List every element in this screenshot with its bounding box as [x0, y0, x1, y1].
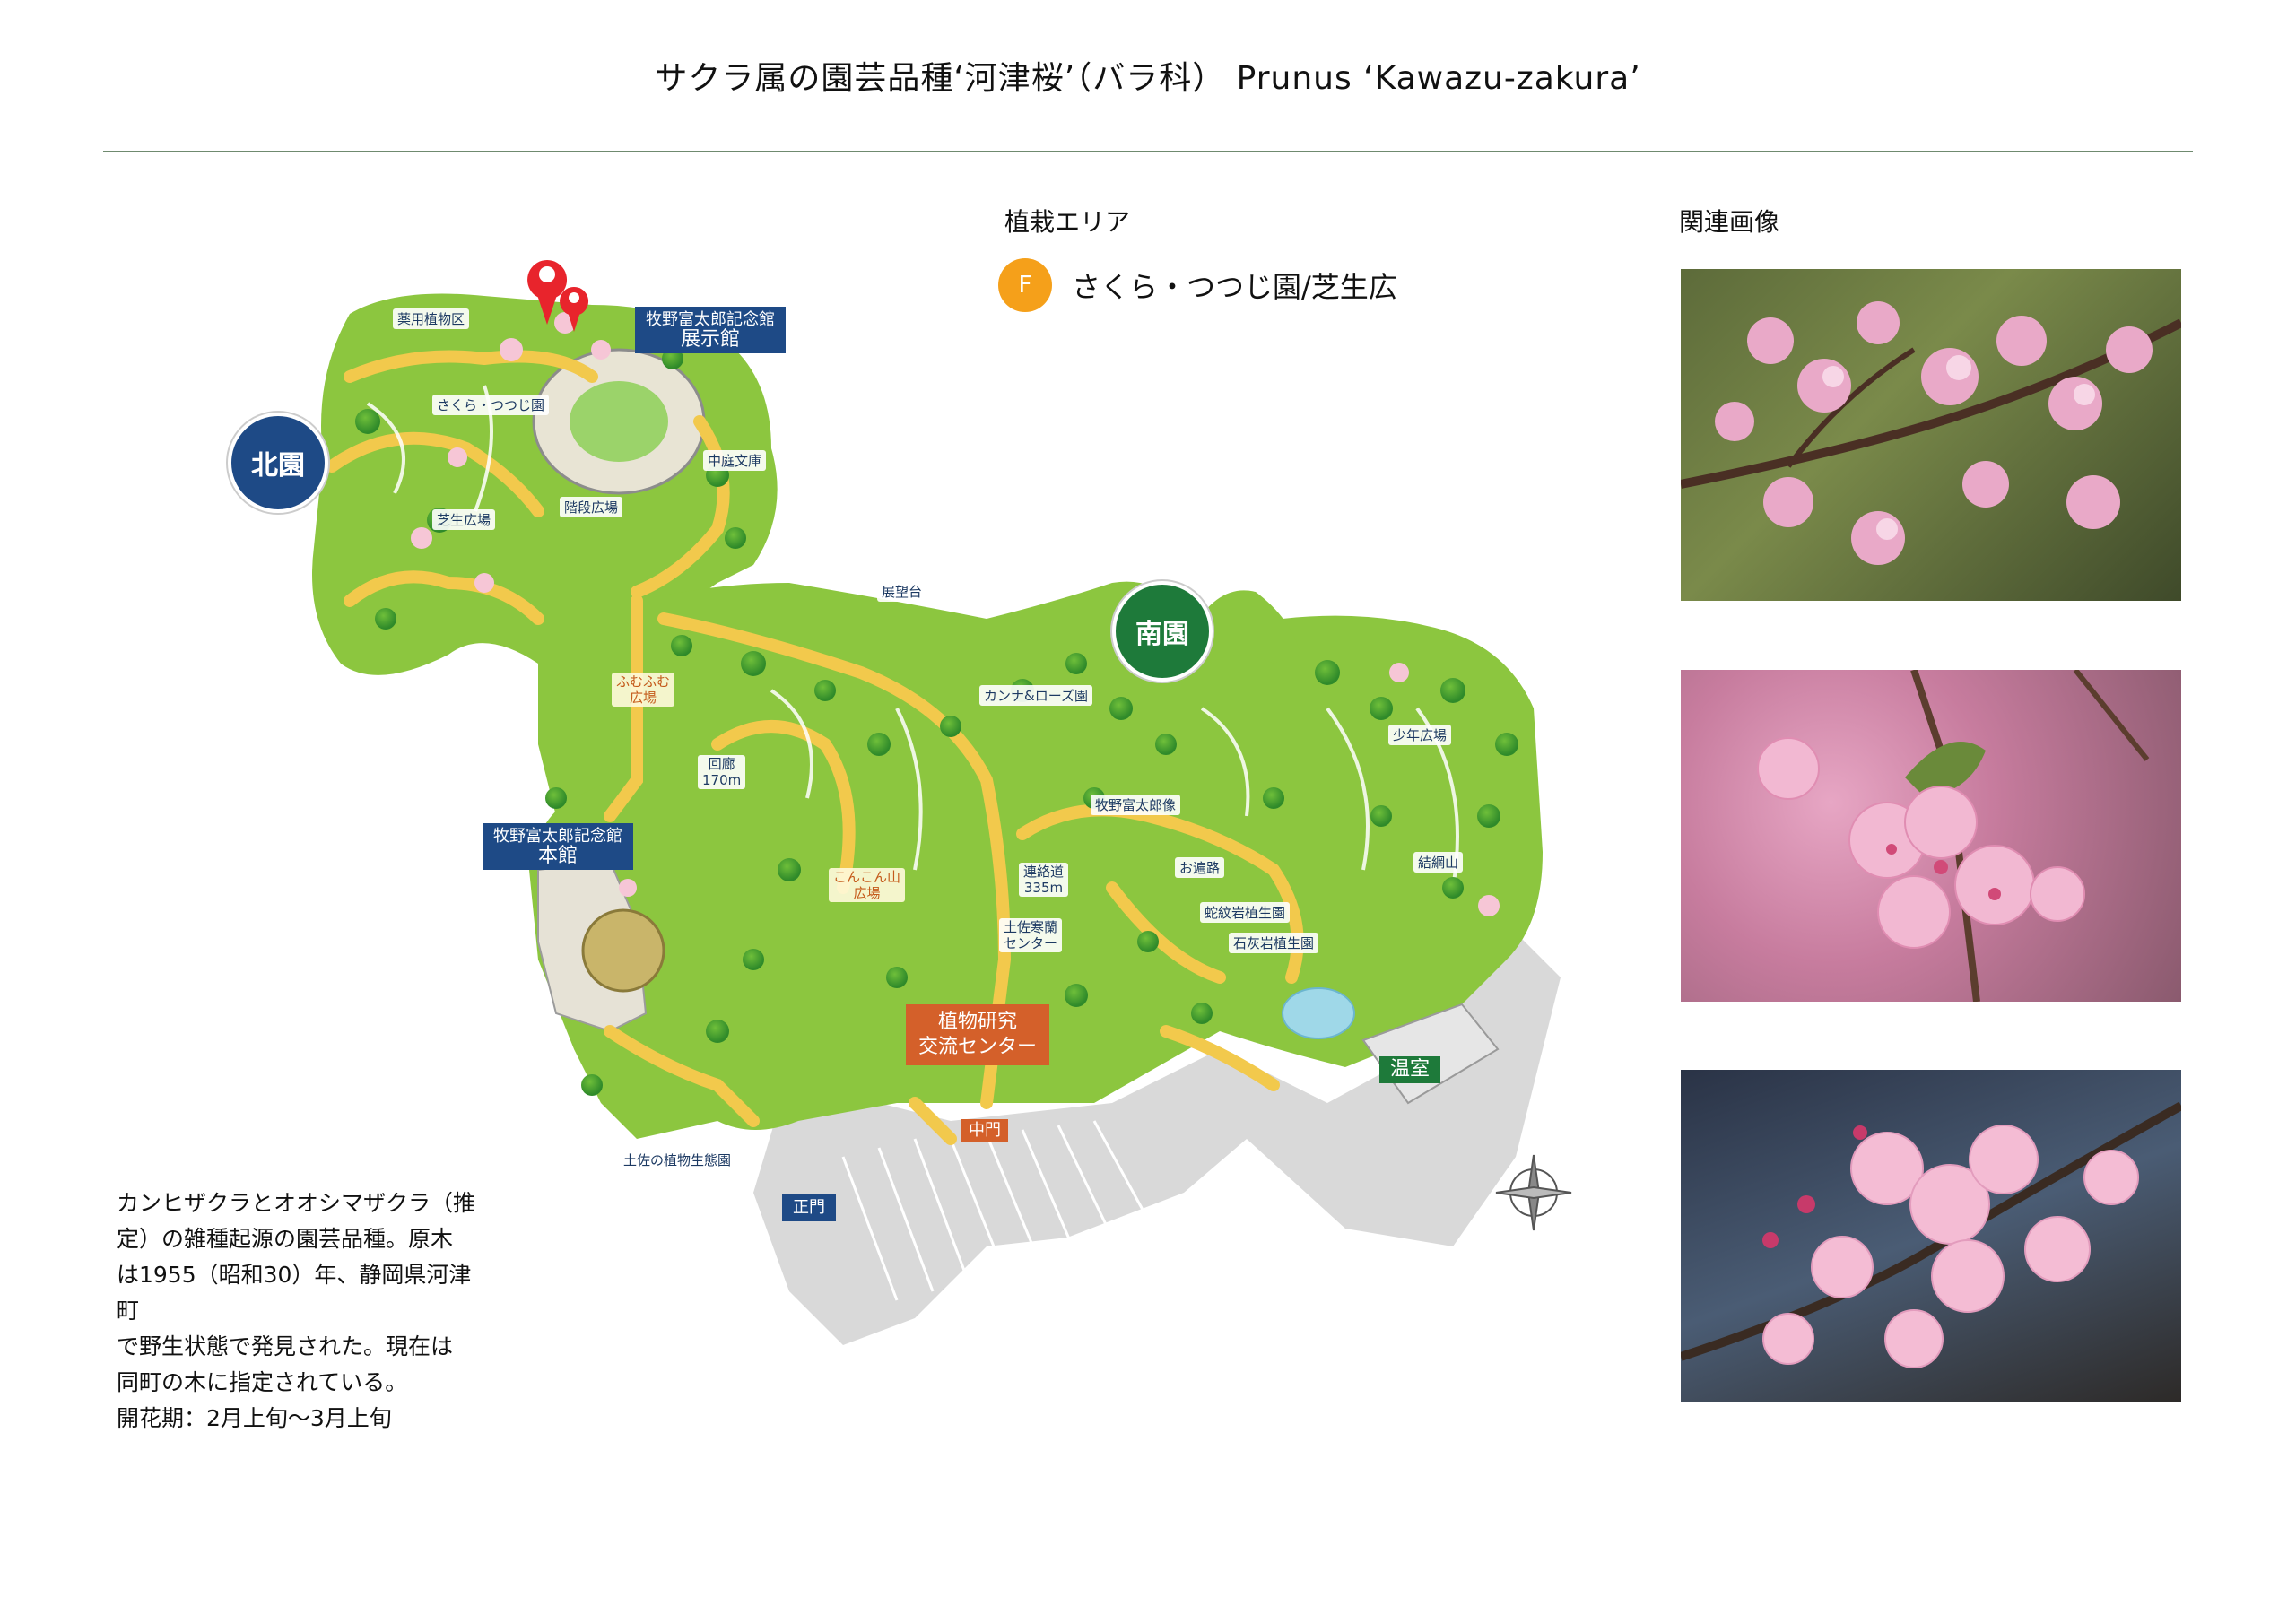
- research-center-sign-line1: 植物研究: [938, 1011, 1018, 1033]
- label-courtyard-library: 中庭文庫: [703, 450, 767, 471]
- label-corridor-line2: 170m: [702, 772, 742, 788]
- main-hall-sign: 牧野富太郎記念館 本館: [483, 823, 633, 870]
- page-title: サクラ属の園芸品種‘河津桜’（バラ科） Prunus ‘Kawazu-zakur…: [655, 60, 1641, 97]
- label-tosa-orchid-line1: 土佐寒蘭: [1004, 919, 1058, 935]
- main-hall-sign-line1: 牧野富太郎記念館: [493, 827, 622, 846]
- planting-area-label: 植栽エリア: [1004, 207, 1131, 237]
- label-konkon-plaza: こんこん山 広場: [829, 868, 906, 902]
- species-description: カンヒザクラとオオシマザクラ（推 定）の雑種起源の園芸品種。原木 は1955（昭…: [117, 1185, 493, 1437]
- label-stair-plaza: 階段広場: [560, 497, 623, 517]
- blossom-photo-1: [1681, 301, 2181, 565]
- label-tosa-orchid-center: 土佐寒蘭 センター: [999, 918, 1063, 952]
- label-lawn-plaza: 芝生広場: [432, 509, 496, 530]
- blossom-photo-2: [1757, 670, 2150, 1002]
- main-hall-sign-line2: 本館: [537, 845, 578, 867]
- label-serpentine-garden: 蛇紋岩植生園: [1200, 902, 1291, 923]
- description-line: 同町の木に指定されている。: [117, 1369, 408, 1395]
- research-center-sign-line2: 交流センター: [918, 1036, 1038, 1058]
- greenhouse-sign: 温室: [1379, 1056, 1441, 1083]
- description-line: 開花期：2月上旬～3月上旬: [117, 1405, 392, 1431]
- label-sakura-garden: さくら・つつじ園: [432, 395, 550, 415]
- label-fumufumu-line1: ふむふむ: [616, 673, 671, 690]
- exhibit-hall-sign-line2: 展示館: [680, 328, 740, 351]
- label-makino-statue: 牧野富太郎像: [1091, 795, 1181, 815]
- exhibit-hall-sign-line1: 牧野富太郎記念館: [646, 310, 775, 329]
- label-connector-line2: 335m: [1023, 880, 1064, 896]
- label-tosa-ecology-garden: 土佐の植物生態園: [619, 1150, 736, 1170]
- label-ohenro: お遍路: [1175, 857, 1225, 878]
- label-corridor-line1: 回廊: [708, 756, 735, 772]
- header-divider: [103, 151, 2193, 152]
- label-limestone-garden: 石灰岩植生園: [1229, 933, 1319, 953]
- label-observatory: 展望台: [877, 581, 927, 602]
- blossom-photo-3: [1681, 1101, 2181, 1368]
- label-connector-path: 連絡道 335m: [1019, 863, 1069, 897]
- middle-gate-sign: 中門: [961, 1119, 1008, 1142]
- description-line: は1955（昭和30）年、静岡県河津町: [117, 1262, 472, 1324]
- description-line: で野生状態で発見された。現在は: [117, 1333, 454, 1359]
- related-photo-1[interactable]: [1681, 269, 2181, 601]
- research-center-sign: 植物研究 交流センター: [906, 1004, 1050, 1065]
- related-photo-3[interactable]: [1681, 1070, 2181, 1402]
- label-fumufumu-plaza: ふむふむ 広場: [612, 673, 675, 707]
- zone-south-badge: 南園: [1112, 581, 1213, 682]
- exhibit-hall-sign: 牧野富太郎記念館 展示館: [635, 307, 786, 353]
- main-gate-sign: 正門: [782, 1194, 836, 1221]
- label-connector-line1: 連絡道: [1023, 864, 1065, 880]
- label-corridor: 回廊 170m: [698, 755, 746, 789]
- label-tosa-orchid-line2: センター: [1004, 935, 1058, 951]
- label-canna-rose-garden: カンナ&ローズ園: [979, 685, 1092, 706]
- description-line: カンヒザクラとオオシマザクラ（推: [117, 1190, 476, 1216]
- label-medicinal-plants: 薬用植物区: [393, 308, 470, 329]
- label-fumufumu-line2: 広場: [630, 690, 657, 706]
- related-photo-2[interactable]: [1681, 670, 2181, 1002]
- label-konkon-line1: こんこん山: [833, 869, 901, 885]
- related-images-label: 関連画像: [1679, 207, 1780, 237]
- zone-north-badge: 北園: [228, 413, 328, 513]
- description-line: 定）の雑種起源の園芸品種。原木: [117, 1226, 454, 1252]
- label-kekko-hill: 結網山: [1413, 852, 1464, 873]
- label-youth-plaza: 少年広場: [1388, 725, 1452, 745]
- label-konkon-line2: 広場: [853, 885, 881, 901]
